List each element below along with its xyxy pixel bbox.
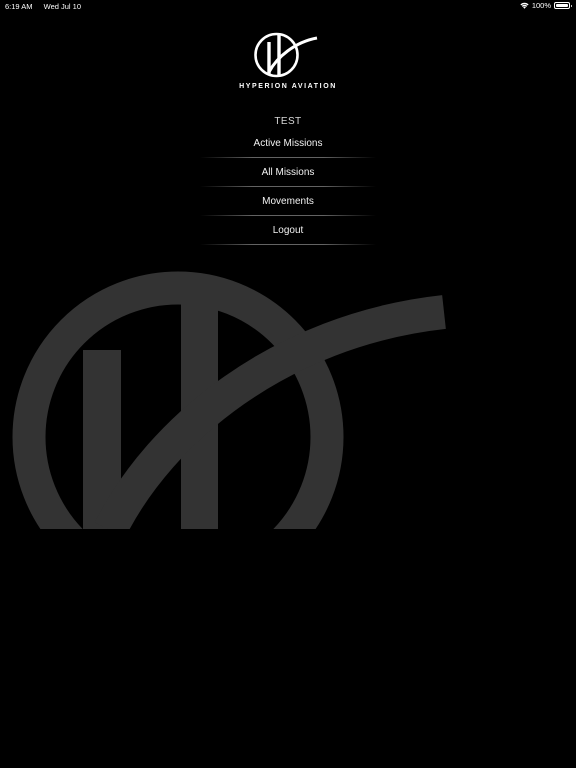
status-date: Wed Jul 10 — [43, 2, 82, 11]
hyperion-logo-icon — [254, 32, 318, 78]
wifi-icon — [520, 2, 529, 9]
menu-item-movements[interactable]: Movements — [200, 187, 376, 216]
brand-header: HYPERION AVIATION — [0, 30, 576, 90]
hyperion-watermark-icon — [12, 271, 446, 529]
main-menu: TEST Active Missions All Missions Moveme… — [0, 114, 576, 245]
status-left: 6:19 AM Wed Jul 10 — [5, 2, 90, 11]
status-right: 100% — [520, 1, 572, 10]
battery-fill — [556, 4, 568, 7]
status-bar: 6:19 AM Wed Jul 10 100% — [0, 0, 576, 12]
battery-icon — [554, 2, 572, 9]
menu-item-logout[interactable]: Logout — [200, 216, 376, 245]
battery-percent: 100% — [531, 1, 551, 10]
app-screen: 6:19 AM Wed Jul 10 100% HYPERION AVIATIO… — [0, 0, 576, 768]
menu-item-active-missions[interactable]: Active Missions — [200, 129, 376, 158]
brand-name: HYPERION AVIATION — [239, 83, 337, 90]
status-time: 6:19 AM — [5, 2, 33, 11]
menu-item-all-missions[interactable]: All Missions — [200, 158, 376, 187]
user-label: TEST — [274, 116, 302, 127]
